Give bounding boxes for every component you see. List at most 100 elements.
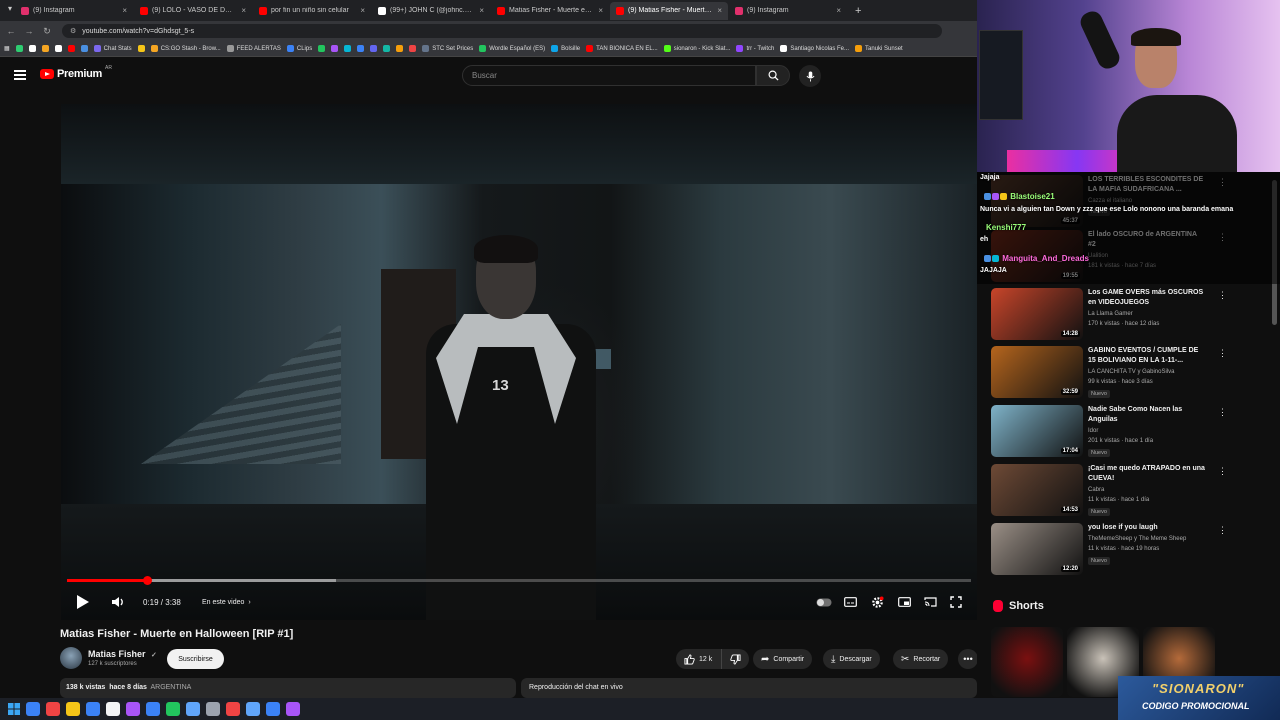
like-button[interactable]: 12 k (676, 649, 721, 669)
bookmark[interactable]: Santiago Nicolas Fe... (780, 45, 849, 52)
close-tab-icon[interactable]: × (717, 6, 722, 15)
bookmark[interactable] (357, 45, 365, 52)
recommended-title[interactable]: ¡Casi me quedo ATRAPADO en una CUEVA! (1088, 464, 1206, 484)
search-input[interactable]: Buscar (462, 65, 756, 86)
share-button[interactable]: ➦ Compartir (753, 649, 813, 669)
search-button[interactable] (756, 65, 790, 86)
taskbar-app-icon[interactable] (106, 702, 120, 716)
progress-bar[interactable] (67, 576, 971, 585)
miniplayer-button[interactable] (895, 592, 913, 612)
bookmark[interactable]: Chat Stats (93, 45, 132, 52)
menu-icon[interactable] (14, 70, 26, 80)
chapter-button[interactable]: En este video › (202, 592, 251, 612)
address-bar[interactable]: ⚙ youtube.com/watch?v=dGhdsgt_5-s (62, 24, 942, 38)
browser-tab[interactable]: por fin un niño sin celular × (253, 2, 371, 20)
taskbar-app-icon[interactable] (46, 702, 60, 716)
short-thumbnail[interactable] (991, 627, 1063, 697)
recommended-channel[interactable]: LA CANCHITA TV y GabinoSilva (1088, 369, 1174, 375)
video-thumbnail[interactable]: 32:59 (991, 346, 1083, 398)
bookmark[interactable] (67, 45, 75, 52)
bookmark[interactable] (15, 45, 23, 52)
bookmark[interactable]: FEED ALERTAS (226, 45, 281, 52)
browser-tab[interactable]: (9) Instagram × (729, 2, 847, 20)
taskbar-app-icon[interactable] (246, 702, 260, 716)
recommended-title[interactable]: GABINO EVENTOS / CUMPLE DE 15 BOLIVIANO … (1088, 346, 1206, 366)
progress-scrubber[interactable] (142, 576, 152, 585)
taskbar-app-icon[interactable] (146, 702, 160, 716)
taskbar-app-icon[interactable] (186, 702, 200, 716)
close-tab-icon[interactable]: × (241, 6, 246, 15)
browser-tab[interactable]: (99+) JOHN C (@johnc.mrz) × (372, 2, 490, 20)
recommended-channel[interactable]: La Llama Gamer (1088, 311, 1133, 317)
bookmark[interactable] (409, 45, 417, 52)
video-player[interactable]: 13 0:19 / 3:38 En este video › (61, 104, 977, 620)
bookmark[interactable] (137, 45, 145, 52)
subscribe-button[interactable]: Suscribirse (167, 649, 224, 669)
browser-tab[interactable]: Matias Fisher - Muerte en Hallo × (491, 2, 609, 20)
windows-start-icon[interactable] (8, 703, 20, 715)
recommended-video[interactable]: 32:59 GABINO EVENTOS / CUMPLE DE 15 BOLIV… (991, 346, 1231, 400)
bookmark[interactable] (370, 45, 378, 52)
forward-icon[interactable]: → (22, 26, 36, 36)
clip-button[interactable]: ✂ Recortar (893, 649, 949, 669)
bookmark[interactable] (80, 45, 88, 52)
recommended-title[interactable]: Nadie Sabe Como Nacen las Anguilas (1088, 405, 1206, 425)
taskbar-app-icon[interactable] (66, 702, 80, 716)
taskbar-app-icon[interactable] (166, 702, 180, 716)
taskbar-app-icon[interactable] (26, 702, 40, 716)
channel-name[interactable]: Matias Fisher ✓ (88, 649, 157, 659)
youtube-logo[interactable]: Premium AR (40, 65, 112, 80)
bookmark[interactable]: Tanuki Sunset (855, 45, 903, 52)
apps-icon[interactable]: ▦ (4, 45, 10, 52)
browser-tab[interactable]: (9) LOLO - VASO DE DOS (VIDEO × (134, 2, 252, 20)
recommended-title[interactable]: Los GAME OVERS más OSCUROS en VIDEOJUEGO… (1088, 288, 1206, 308)
bookmark[interactable]: Wordle Español (ES) (479, 45, 545, 52)
recommended-video[interactable]: 14:28 Los GAME OVERS más OSCUROS en VIDEO… (991, 288, 1231, 342)
bookmark[interactable]: CS:GO Stash - Brow... (150, 45, 221, 52)
taskbar-app-icon[interactable] (266, 702, 280, 716)
recommended-channel[interactable]: Cabra (1088, 487, 1104, 493)
taskbar-app-icon[interactable] (206, 702, 220, 716)
new-tab-button[interactable]: + (855, 5, 861, 17)
fullscreen-button[interactable] (947, 592, 965, 612)
bookmark[interactable] (344, 45, 352, 52)
bookmark[interactable] (41, 45, 49, 52)
voice-search-button[interactable] (799, 65, 821, 87)
reload-icon[interactable]: ↻ (40, 26, 54, 37)
video-thumbnail[interactable]: 14:28 (991, 288, 1083, 340)
browser-tab[interactable]: (9) Instagram × (15, 2, 133, 20)
bookmark[interactable] (396, 45, 404, 52)
video-thumbnail[interactable]: 17:04 (991, 405, 1083, 457)
taskbar-app-icon[interactable] (86, 702, 100, 716)
recommended-channel[interactable]: TheMemeSheep y The Meme Sheep (1088, 536, 1186, 542)
bookmark[interactable]: CLips (286, 45, 312, 52)
browser-tab[interactable]: (9) Matias Fisher - Muerte en Ha × (610, 1, 728, 20)
bookmark[interactable]: trr - Twitch (736, 45, 774, 52)
bookmark[interactable] (318, 45, 326, 52)
subtitles-button[interactable] (841, 592, 859, 612)
recommended-video[interactable]: 14:53 ¡Casi me quedo ATRAPADO en una CUEV… (991, 464, 1231, 518)
close-tab-icon[interactable]: × (836, 6, 841, 15)
more-actions-button[interactable]: ••• (958, 649, 978, 669)
mute-button[interactable] (109, 592, 127, 612)
recommended-video[interactable]: 12:20 you lose if you laugh TheMemeSheep y… (991, 523, 1231, 577)
back-icon[interactable]: ← (4, 26, 18, 36)
recommended-video[interactable]: 17:04 Nadie Sabe Como Nacen las Anguilas I… (991, 405, 1231, 459)
taskbar-app-icon[interactable] (126, 702, 140, 716)
video-thumbnail[interactable]: 14:53 (991, 464, 1083, 516)
channel-avatar[interactable] (60, 647, 82, 669)
more-vertical-icon[interactable]: ⋮ (1218, 348, 1227, 359)
video-thumbnail[interactable]: 12:20 (991, 523, 1083, 575)
close-tab-icon[interactable]: × (479, 6, 484, 15)
bookmark[interactable] (331, 45, 339, 52)
bookmark[interactable] (383, 45, 391, 52)
site-info-icon[interactable]: ⚙ (70, 27, 76, 35)
taskbar-app-icon[interactable] (226, 702, 240, 716)
taskbar-app-icon[interactable] (286, 702, 300, 716)
close-tab-icon[interactable]: × (598, 6, 603, 15)
bookmark[interactable]: STC Set Prices (422, 45, 473, 52)
more-vertical-icon[interactable]: ⋮ (1218, 290, 1227, 301)
bookmark[interactable]: sionaron - Kick Slat... (663, 45, 730, 52)
recommended-channel[interactable]: Idor (1088, 428, 1098, 434)
bookmark[interactable]: TAN BIONICA EN EL... (586, 45, 658, 52)
